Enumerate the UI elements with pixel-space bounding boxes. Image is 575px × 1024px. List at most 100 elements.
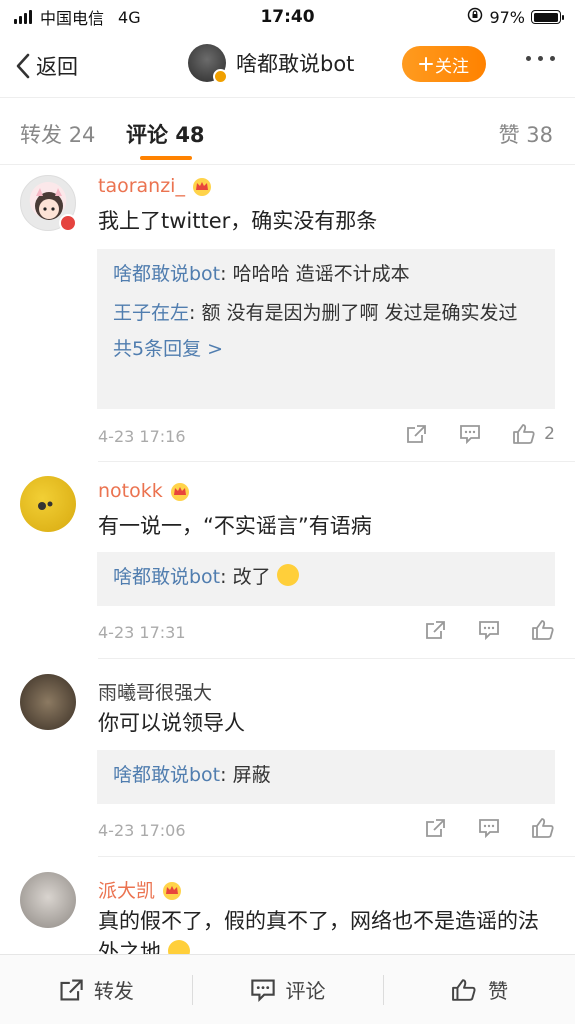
tab-comment[interactable]: 评论 48 (126, 119, 205, 149)
user-avatar[interactable] (20, 872, 76, 928)
reply-author[interactable]: 啥都敢说bot (113, 263, 220, 285)
user-avatar[interactable] (20, 476, 76, 532)
reply-box[interactable]: 啥都敢说bot: 哈哈哈 造谣不计成本 王子在左: 额 没有是因为删了啊 发过是… (97, 249, 555, 409)
crown-badge-icon (192, 178, 211, 196)
divider (98, 658, 575, 659)
reply-line: 啥都敢说bot: 屏蔽 (113, 760, 539, 791)
reply-icon[interactable] (458, 423, 482, 445)
network-label: 4G (118, 7, 141, 27)
crown-badge-icon (163, 881, 182, 900)
tab-like-count: 38 (526, 123, 553, 147)
comment-label: 评论 (285, 979, 326, 1003)
tab-comment-count: 48 (175, 123, 205, 147)
tab-repost-count: 24 (68, 123, 96, 147)
share-icon[interactable] (423, 817, 447, 839)
follow-button[interactable]: 关注 (402, 46, 486, 82)
back-button[interactable]: 返回 (14, 51, 78, 81)
like-button[interactable] (531, 817, 555, 839)
member-badge-icon (59, 214, 77, 232)
avatar-illustration-icon (38, 501, 53, 510)
user-avatar[interactable] (20, 175, 77, 232)
carrier-label: 中国电信 (40, 9, 105, 28)
repost-button[interactable]: 转发 (0, 955, 192, 1024)
account-header[interactable]: 啥都敢说bot (188, 44, 354, 84)
username-text: notokk (98, 480, 163, 502)
reply-icon[interactable] (477, 817, 501, 839)
reply-line: 啥都敢说bot: 改了 (113, 562, 539, 593)
like-count: 2 (544, 424, 555, 444)
orientation-lock-icon (467, 7, 483, 27)
chevron-left-icon (16, 53, 30, 78)
reply-icon[interactable] (477, 619, 501, 641)
account-name[interactable]: 啥都敢说bot (236, 48, 354, 78)
comment-username[interactable]: taoranzi_ (98, 175, 213, 197)
reply-text: : 额 没有是因为删了啊 发过是确实发过 (189, 302, 518, 324)
share-icon[interactable] (404, 423, 428, 445)
status-right: 97% (467, 7, 564, 27)
reply-line: 王子在左: 额 没有是因为删了啊 发过是确实发过 (113, 298, 539, 329)
comment-time: 4-23 17:16 (98, 427, 186, 446)
account-avatar[interactable] (188, 44, 228, 84)
comment-text: 我上了twitter，确实没有那条 (98, 209, 378, 233)
reply-text: : 哈哈哈 造谣不计成本 (220, 263, 410, 285)
tab-like[interactable]: 赞 38 (499, 119, 553, 149)
share-icon[interactable] (423, 619, 447, 641)
reply-box[interactable]: 啥都敢说bot: 改了 (97, 552, 555, 606)
plus-icon (419, 57, 433, 71)
tab-repost[interactable]: 转发 24 (20, 119, 95, 149)
more-options-icon[interactable] (526, 56, 555, 61)
comment-time: 4-23 17:06 (98, 821, 186, 840)
comment-actions (423, 817, 555, 839)
comment-button[interactable]: 评论 (191, 955, 384, 1024)
divider (98, 461, 575, 462)
tab-repost-label: 转发 (20, 123, 62, 147)
reply-line: 啥都敢说bot: 哈哈哈 造谣不计成本 (113, 259, 539, 290)
comment-username[interactable]: 派大凯 (98, 876, 183, 903)
active-tab-indicator (140, 156, 192, 160)
share-icon (60, 978, 83, 1001)
like-button[interactable]: 赞 (383, 955, 575, 1024)
tab-comment-label: 评论 (126, 123, 168, 147)
comment-text: 你可以说领导人 (98, 711, 245, 735)
reply-text: : 改了 (220, 566, 271, 588)
comment-username[interactable]: 雨曦哥很强大 (98, 678, 212, 705)
thumbs-up-icon (513, 424, 535, 444)
reply-author[interactable]: 啥都敢说bot (113, 764, 220, 786)
username-text: taoranzi_ (98, 175, 185, 197)
reply-author[interactable]: 啥都敢说bot (113, 566, 220, 588)
bottom-action-bar: 转发 评论 赞 (0, 954, 575, 1024)
more-replies-link[interactable]: 共5条回复 > (113, 334, 539, 365)
reply-author[interactable]: 王子在左 (113, 302, 189, 324)
comment-username[interactable]: notokk (98, 480, 191, 502)
reply-box[interactable]: 啥都敢说bot: 屏蔽 (97, 750, 555, 804)
like-button[interactable] (531, 619, 555, 641)
crown-badge-icon (170, 483, 189, 501)
like-button[interactable]: 2 (512, 423, 555, 445)
nav-bar: 返回 啥都敢说bot 关注 (0, 34, 575, 98)
tab-bar: 转发 24 评论 48 赞 38 (0, 99, 575, 165)
back-label: 返回 (36, 54, 78, 79)
battery-icon (531, 10, 564, 24)
status-bar: 中国电信 4G 17:40 97% (0, 0, 575, 34)
thumbs-up-icon (532, 620, 554, 640)
battery-percent: 97% (489, 7, 525, 27)
username-text: 雨曦哥很强大 (98, 682, 213, 704)
user-avatar[interactable] (20, 674, 76, 730)
comment-icon (250, 978, 275, 1002)
follow-label: 关注 (435, 56, 469, 77)
comment-time: 4-23 17:31 (98, 623, 186, 642)
verified-badge-icon (213, 69, 228, 84)
tab-like-label: 赞 (498, 123, 520, 147)
divider (98, 856, 575, 857)
thumbs-up-icon (532, 818, 554, 838)
laughing-emoji-icon (276, 564, 299, 586)
comment-actions (423, 619, 555, 641)
status-left: 中国电信 4G (14, 5, 214, 29)
thumbs-up-icon (452, 978, 476, 1001)
like-label: 赞 (488, 979, 509, 1003)
signal-icon (14, 10, 32, 24)
repost-label: 转发 (93, 979, 134, 1003)
comment-text: 有一说一，“不实谣言”有语病 (98, 514, 372, 538)
username-text: 派大凯 (98, 880, 156, 902)
reply-text: : 屏蔽 (220, 764, 271, 786)
